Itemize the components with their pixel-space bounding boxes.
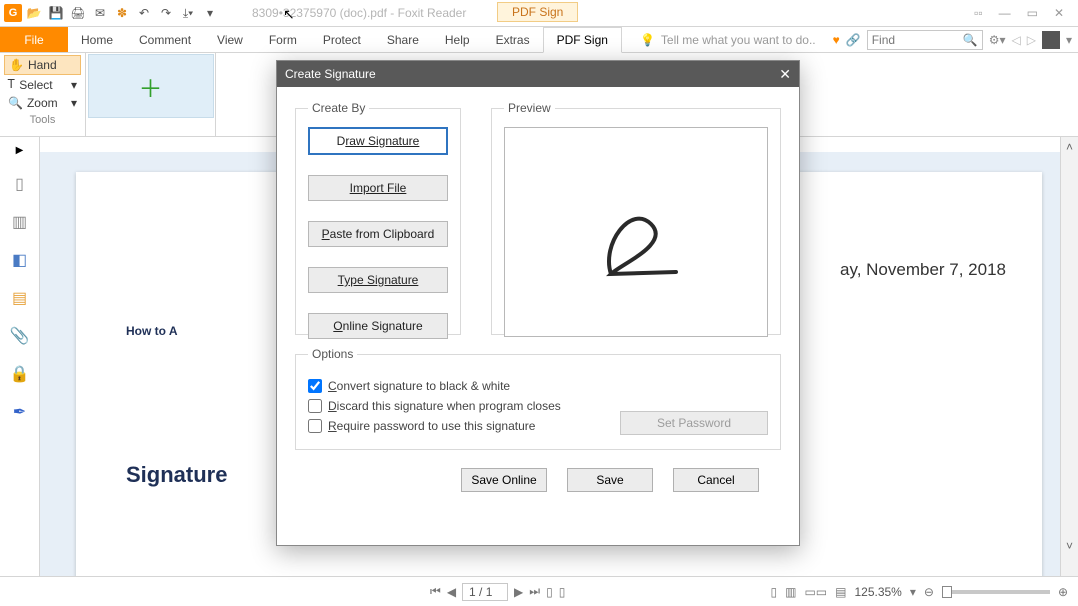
preview-group: Preview: [491, 101, 781, 335]
set-password-button: Set Password: [620, 411, 768, 435]
create-by-legend: Create By: [308, 101, 369, 115]
dialog-close-icon[interactable]: ✕: [779, 66, 791, 83]
draw-signature-button[interactable]: Draw Signature: [308, 127, 448, 155]
save-online-button[interactable]: Save Online: [461, 468, 547, 492]
dialog-titlebar[interactable]: Create Signature ✕: [277, 61, 799, 87]
save-button[interactable]: Save: [567, 468, 653, 492]
opt-convert-bw-checkbox[interactable]: [308, 379, 322, 393]
signature-preview-canvas: [504, 127, 768, 337]
type-signature-button[interactable]: Type Signature: [308, 267, 448, 293]
modal-layer: Create Signature ✕ Create By Draw Signat…: [0, 0, 1078, 606]
options-legend: Options: [308, 347, 357, 361]
dialog-title: Create Signature: [285, 67, 376, 81]
create-signature-dialog: Create Signature ✕ Create By Draw Signat…: [276, 60, 800, 546]
create-by-group: Create By Draw Signature Import File Pas…: [295, 101, 461, 335]
options-group: Options Convert signature to black & whi…: [295, 347, 781, 450]
drawn-signature-icon: [581, 194, 701, 294]
opt-discard-checkbox[interactable]: [308, 399, 322, 413]
online-signature-button[interactable]: Online Signature: [308, 313, 448, 339]
opt-require-password-checkbox[interactable]: [308, 419, 322, 433]
opt-convert-bw[interactable]: Convert signature to black & white: [308, 379, 768, 393]
preview-legend: Preview: [504, 101, 555, 115]
import-file-button[interactable]: Import File: [308, 175, 448, 201]
paste-clipboard-button[interactable]: Paste from Clipboard: [308, 221, 448, 247]
cancel-button[interactable]: Cancel: [673, 468, 759, 492]
